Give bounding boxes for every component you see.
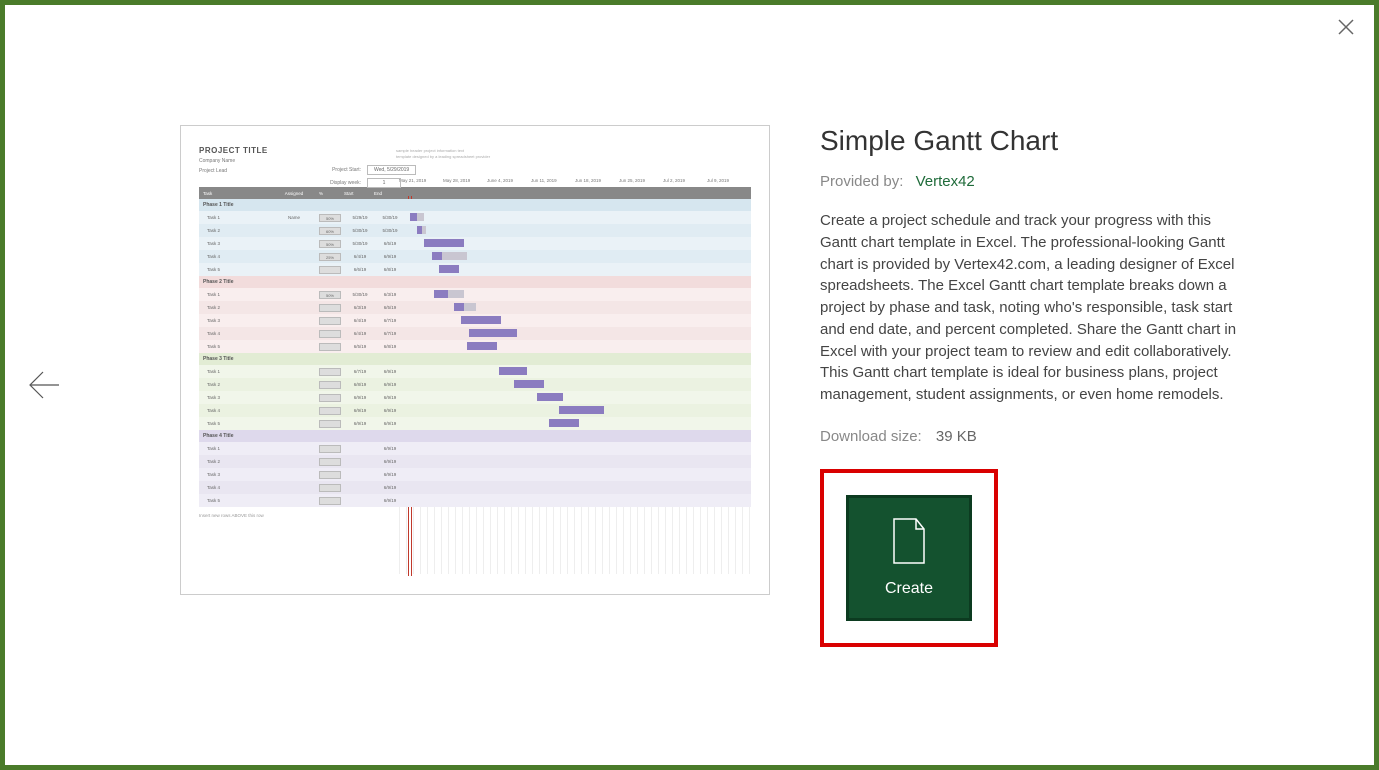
preview-task-row: Task 36/9/19 [199, 468, 751, 481]
preview-task-row: Task 150%5/30/196/3/19 [199, 288, 751, 301]
preview-task-row: Task 36/4/196/7/19 [199, 314, 751, 327]
preview-task-row: Task 16/7/196/9/19 [199, 365, 751, 378]
template-title: Simple Gantt Chart [820, 125, 1240, 157]
preview-date-header: Jun 18, 2019 [575, 178, 619, 183]
create-button[interactable]: Create [846, 495, 972, 621]
preview-lead: Project Lead [199, 168, 751, 175]
preview-task-row: Task 56/5/196/8/19 [199, 340, 751, 353]
back-arrow-icon[interactable] [25, 365, 65, 405]
template-preview-dialog: PROJECT TITLE Company Name Project Lead … [0, 0, 1379, 770]
preview-date-header: June 4, 2019 [487, 178, 531, 183]
template-preview-image: PROJECT TITLE Company Name Project Lead … [180, 125, 770, 595]
create-button-highlight: Create [820, 469, 998, 647]
preview-phase-header: Phase 4 Title [199, 430, 751, 442]
template-info-panel: Simple Gantt Chart Provided by: Vertex42… [820, 125, 1240, 647]
preview-phase-header: Phase 1 Title [199, 199, 751, 211]
preview-task-row: Task 56/6/196/8/19 [199, 263, 751, 276]
preview-task-row: Task 26/9/19 [199, 455, 751, 468]
close-icon[interactable] [1336, 17, 1356, 37]
download-size-value: 39 KB [936, 428, 977, 445]
preview-task-row: Task 36/9/196/9/19 [199, 391, 751, 404]
preview-top-note: sample header project information textte… [396, 148, 490, 159]
preview-task-row: Task 350%5/30/196/5/19 [199, 237, 751, 250]
preview-date-header: Jun 25, 2019 [619, 178, 663, 183]
preview-task-row: Task 26/3/196/5/19 [199, 301, 751, 314]
preview-date-header: May 28, 2019 [443, 178, 487, 183]
preview-task-row: Task 46/9/196/9/19 [199, 404, 751, 417]
provider-link[interactable]: Vertex42 [916, 173, 975, 190]
create-button-label: Create [885, 580, 933, 598]
preview-task-row: Task 56/9/19 [199, 494, 751, 507]
preview-task-row: Task 46/9/19 [199, 481, 751, 494]
preview-task-row: Task 16/9/19 [199, 442, 751, 455]
preview-date-header: Jun 11, 2019 [531, 178, 575, 183]
preview-phase-header: Phase 2 Title [199, 276, 751, 288]
provided-by-label: Provided by: [820, 173, 903, 190]
preview-task-row: Task 56/9/196/9/19 [199, 417, 751, 430]
preview-task-row: Task 260%5/30/195/30/19 [199, 224, 751, 237]
preview-task-row: Task 425%6/4/196/9/19 [199, 250, 751, 263]
document-icon [890, 517, 928, 570]
preview-task-row: Task 26/8/196/9/19 [199, 378, 751, 391]
download-size-label: Download size: [820, 428, 922, 445]
preview-phase-header: Phase 3 Title [199, 353, 751, 365]
preview-task-row: Task 1Name50%5/29/195/30/19 [199, 211, 751, 224]
template-description: Create a project schedule and track your… [820, 210, 1240, 406]
preview-date-header: Jul 9, 2019 [707, 178, 751, 183]
preview-task-row: Task 46/4/196/7/19 [199, 327, 751, 340]
preview-date-header: Jul 2, 2019 [663, 178, 707, 183]
